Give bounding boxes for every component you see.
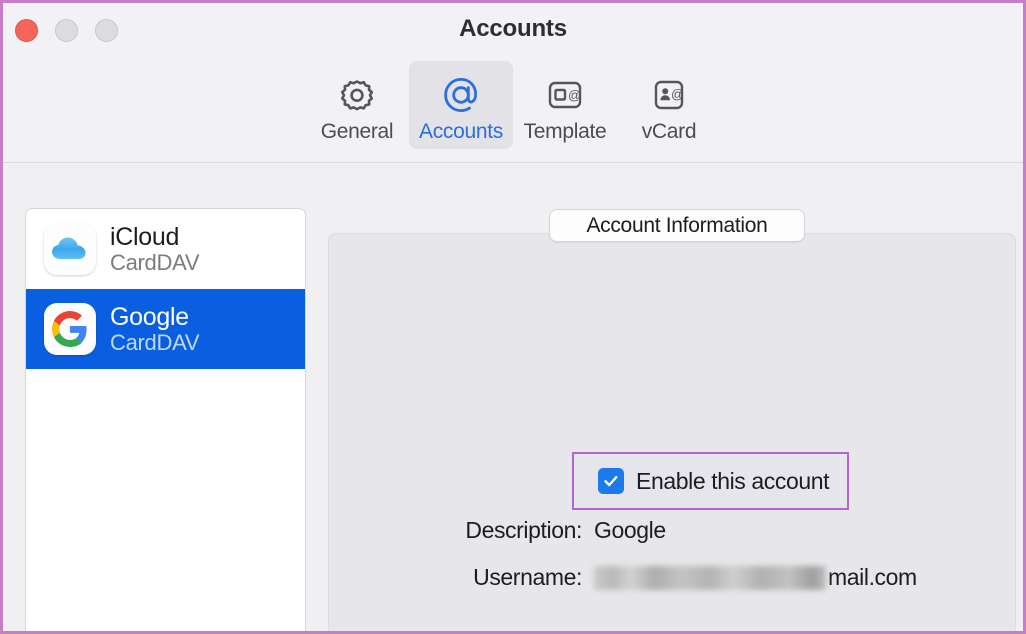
window-title: Accounts bbox=[459, 15, 567, 42]
tab-accounts-label: Accounts bbox=[419, 120, 503, 143]
account-name: Google bbox=[110, 302, 189, 331]
tab-vcard-label: vCard bbox=[641, 120, 697, 143]
svg-text:@: @ bbox=[568, 88, 581, 103]
vcard-icon: @ bbox=[648, 73, 690, 117]
list-item[interactable]: Google CardDAV bbox=[26, 289, 305, 369]
accounts-preferences-window: Accounts General Accounts @ Template @ v… bbox=[0, 0, 1026, 634]
account-text: Google CardDAV bbox=[110, 303, 199, 356]
description-label: Description: bbox=[465, 517, 582, 543]
accounts-list: iCloud CardDAV Google CardDAV bbox=[25, 208, 306, 631]
svg-text:@: @ bbox=[671, 86, 684, 101]
gear-icon bbox=[337, 73, 377, 117]
checkmark-icon bbox=[604, 476, 618, 487]
tab-general-label: General bbox=[320, 120, 394, 143]
list-item[interactable]: iCloud CardDAV bbox=[26, 209, 305, 289]
username-value: mail.com bbox=[828, 564, 917, 590]
template-icon: @ bbox=[544, 73, 586, 117]
username-label: Username: bbox=[473, 564, 582, 590]
tab-account-information[interactable]: Account Information bbox=[549, 209, 805, 242]
tab-general[interactable]: General bbox=[305, 61, 409, 149]
username-row: Username: mail.com bbox=[329, 564, 1015, 591]
account-text: iCloud CardDAV bbox=[110, 223, 199, 276]
tab-vcard[interactable]: @ vCard bbox=[617, 61, 721, 149]
account-type: CardDAV bbox=[110, 329, 200, 355]
description-value: Google bbox=[594, 517, 666, 543]
account-name: iCloud bbox=[110, 222, 180, 251]
title-bar: Accounts bbox=[3, 3, 1023, 58]
username-redacted-block bbox=[594, 565, 826, 590]
account-detail-panel: Account Information Enable this account … bbox=[328, 209, 1016, 631]
icloud-icon bbox=[44, 223, 96, 275]
preferences-body: iCloud CardDAV Google CardDAV Account In… bbox=[3, 163, 1023, 631]
tab-template[interactable]: @ Template bbox=[513, 61, 617, 149]
description-row: Description: Google bbox=[329, 517, 1015, 544]
google-icon bbox=[44, 303, 96, 355]
enable-account-checkbox[interactable] bbox=[598, 468, 624, 494]
at-sign-icon bbox=[440, 73, 482, 117]
account-type: CardDAV bbox=[110, 249, 200, 275]
preferences-toolbar: General Accounts @ Template @ vCard bbox=[3, 58, 1023, 163]
tab-accounts[interactable]: Accounts bbox=[409, 61, 513, 149]
enable-account-label: Enable this account bbox=[636, 467, 830, 494]
tab-template-label: Template bbox=[523, 120, 607, 143]
enable-account-highlight: Enable this account bbox=[572, 452, 849, 510]
